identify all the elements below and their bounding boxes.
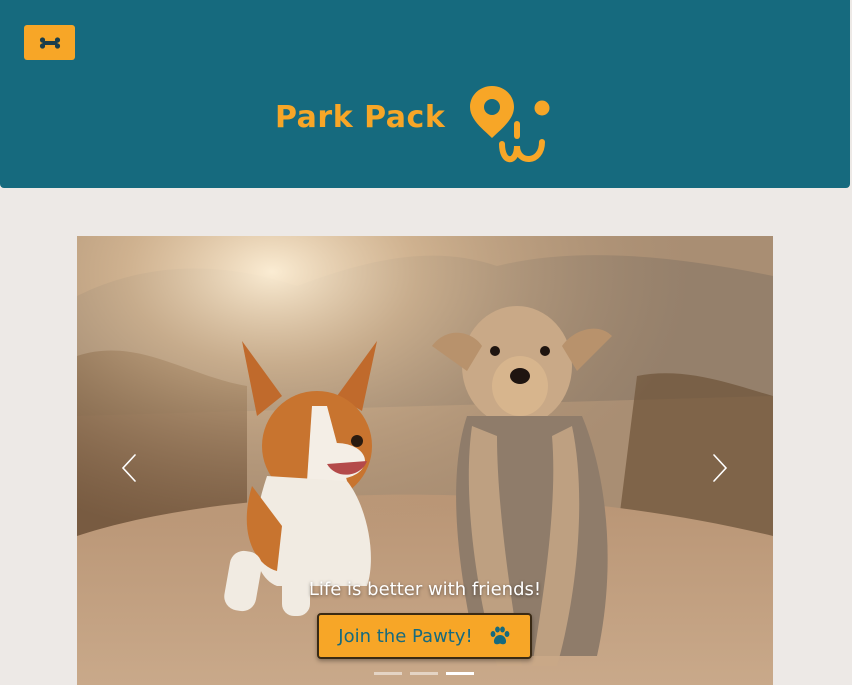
carousel-indicator-3[interactable] <box>446 672 474 675</box>
site-header: Park Pack <box>0 0 850 188</box>
carousel-indicator-2[interactable] <box>410 672 438 675</box>
cta-label: Join the Pawty! <box>338 625 473 647</box>
brand-name: Park Pack <box>275 100 446 135</box>
menu-button[interactable] <box>24 25 75 60</box>
join-the-pawty-button[interactable]: Join the Pawty! <box>317 613 532 659</box>
carousel-next-button[interactable] <box>705 451 735 485</box>
chevron-right-icon <box>713 454 728 482</box>
carousel-caption: Life is better with friends! <box>308 579 542 600</box>
hero-carousel: Life is better with friends! Join the Pa… <box>77 236 773 685</box>
paw-icon <box>490 626 510 645</box>
carousel-prev-button[interactable] <box>114 451 144 485</box>
carousel-indicators <box>374 672 474 675</box>
carousel-indicator-1[interactable] <box>374 672 402 675</box>
map-pin-dog-face-logo <box>470 86 550 163</box>
bone-icon <box>39 36 60 49</box>
chevron-left-icon <box>121 454 136 482</box>
